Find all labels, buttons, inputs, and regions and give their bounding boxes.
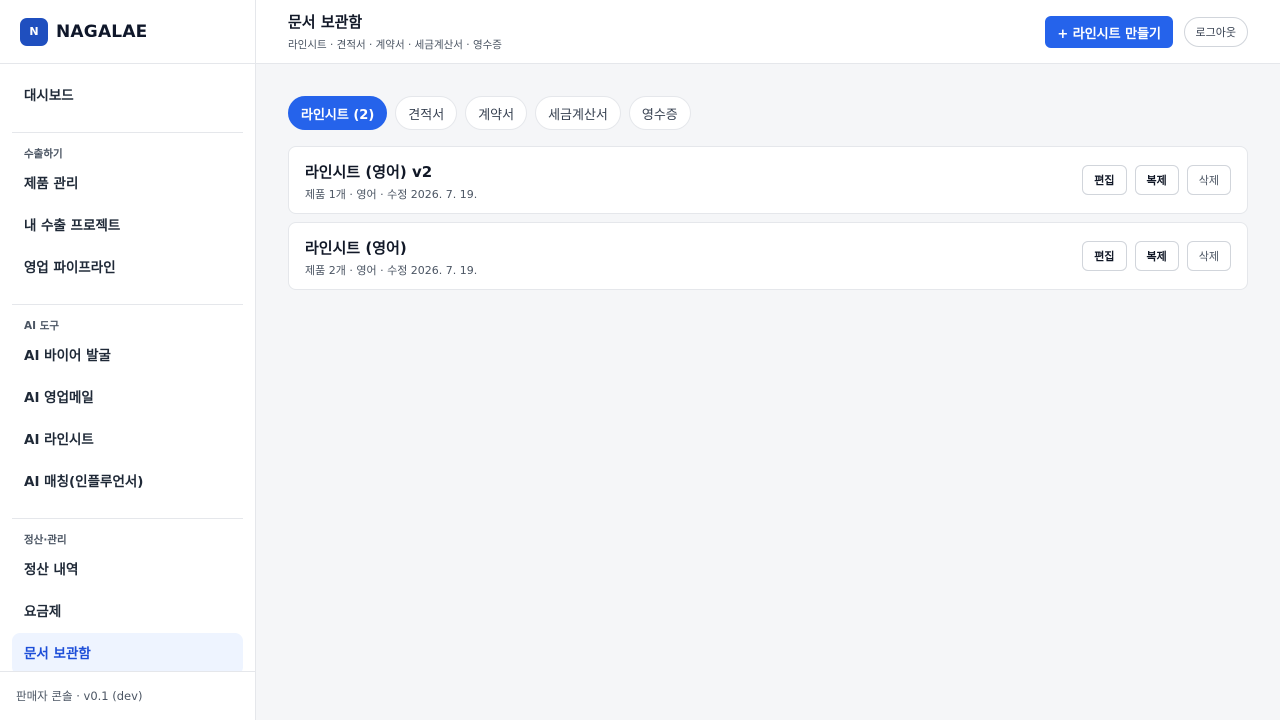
sidebar-item-sales-pipeline[interactable]: 영업 파이프라인 xyxy=(12,247,243,289)
nav-section-export: 수출하기 xyxy=(24,148,63,160)
sidebar-item-ai-buyer[interactable]: AI 바이어 발굴 xyxy=(12,335,243,377)
sidebar-item-export-projects[interactable]: 내 수출 프로젝트 xyxy=(12,205,243,247)
sidebar-item-products[interactable]: 제품 관리 xyxy=(12,163,243,205)
document-actions: 편집 복제 삭제 xyxy=(1082,165,1231,195)
main-content: 라인시트 (2) 견적서 계약서 세금계산서 영수증 라인시트 (영어) v2 … xyxy=(288,96,1248,298)
sidebar-item-ai-linesheet[interactable]: AI 라인시트 xyxy=(12,419,243,461)
tab-quotation[interactable]: 견적서 xyxy=(395,96,458,130)
duplicate-button[interactable]: 복제 xyxy=(1134,165,1179,195)
tab-receipt[interactable]: 영수증 xyxy=(628,96,691,130)
document-meta: 제품 1개 · 영어 · 수정 2026. 7. 19. xyxy=(305,188,478,201)
tab-contract[interactable]: 계약서 xyxy=(465,96,528,130)
brand-logo-icon: N xyxy=(20,17,48,46)
document-title[interactable]: 라인시트 (영어) v2 xyxy=(305,161,432,182)
document-meta: 제품 2개 · 영어 · 수정 2026. 7. 19. xyxy=(305,264,478,277)
document-tabs: 라인시트 (2) 견적서 계약서 세금계산서 영수증 xyxy=(288,96,1248,130)
tab-linesheet[interactable]: 라인시트 (2) xyxy=(288,96,388,130)
nav-section-settlement: 정산·관리 xyxy=(24,534,67,546)
tab-tax-invoice[interactable]: 세금계산서 xyxy=(535,96,621,130)
sidebar-nav: 대시보드 수출하기 제품 관리 내 수출 프로젝트 영업 파이프라인 AI 도구… xyxy=(12,64,243,675)
brand[interactable]: N NAGALAE xyxy=(0,0,255,64)
sidebar-footer: 판매자 콘솔 · v0.1 (dev) xyxy=(0,671,255,720)
document-card: 라인시트 (영어) v2 제품 1개 · 영어 · 수정 2026. 7. 19… xyxy=(288,146,1248,214)
page-subtitle: 라인시트 · 견적서 · 계약서 · 세금계산서 · 영수증 xyxy=(288,39,502,51)
delete-button[interactable]: 삭제 xyxy=(1186,165,1231,195)
sidebar-item-ai-matching[interactable]: AI 매칭(인플루언서) xyxy=(12,461,243,503)
logout-button[interactable]: 로그아웃 xyxy=(1183,17,1248,47)
sidebar-item-dashboard[interactable]: 대시보드 xyxy=(12,75,243,117)
nav-section-ai-tools: AI 도구 xyxy=(24,320,60,332)
sidebar-item-documents[interactable]: 문서 보관함 xyxy=(12,633,243,675)
sidebar-item-settlement[interactable]: 정산 내역 xyxy=(12,549,243,591)
delete-button[interactable]: 삭제 xyxy=(1186,241,1231,271)
brand-name: NAGALAE xyxy=(56,21,148,42)
page-header: 문서 보관함 라인시트 · 견적서 · 계약서 · 세금계산서 · 영수증 + … xyxy=(256,0,1280,64)
document-list: 라인시트 (영어) v2 제품 1개 · 영어 · 수정 2026. 7. 19… xyxy=(288,146,1248,290)
document-card: 라인시트 (영어) 제품 2개 · 영어 · 수정 2026. 7. 19. 편… xyxy=(288,222,1248,290)
sidebar-item-ai-sales-mail[interactable]: AI 영업메일 xyxy=(12,377,243,419)
sidebar-item-pricing[interactable]: 요금제 xyxy=(12,591,243,633)
document-title[interactable]: 라인시트 (영어) xyxy=(305,237,407,258)
sidebar: N NAGALAE 대시보드 수출하기 제품 관리 내 수출 프로젝트 영업 파… xyxy=(0,0,256,720)
document-actions: 편집 복제 삭제 xyxy=(1082,241,1231,271)
duplicate-button[interactable]: 복제 xyxy=(1134,241,1179,271)
create-linesheet-button[interactable]: + 라인시트 만들기 xyxy=(1045,16,1173,48)
page-title: 문서 보관함 xyxy=(288,13,363,31)
edit-button[interactable]: 편집 xyxy=(1082,165,1127,195)
edit-button[interactable]: 편집 xyxy=(1082,241,1127,271)
